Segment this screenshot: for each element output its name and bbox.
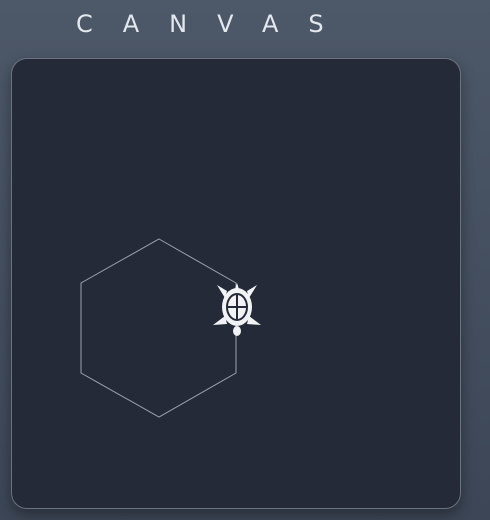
canvas-drawing [80,238,261,418]
drawing-canvas[interactable] [11,58,461,509]
page-title: CANVAS [76,10,354,38]
hexagon-path [80,238,237,418]
turtle-icon [213,283,261,336]
